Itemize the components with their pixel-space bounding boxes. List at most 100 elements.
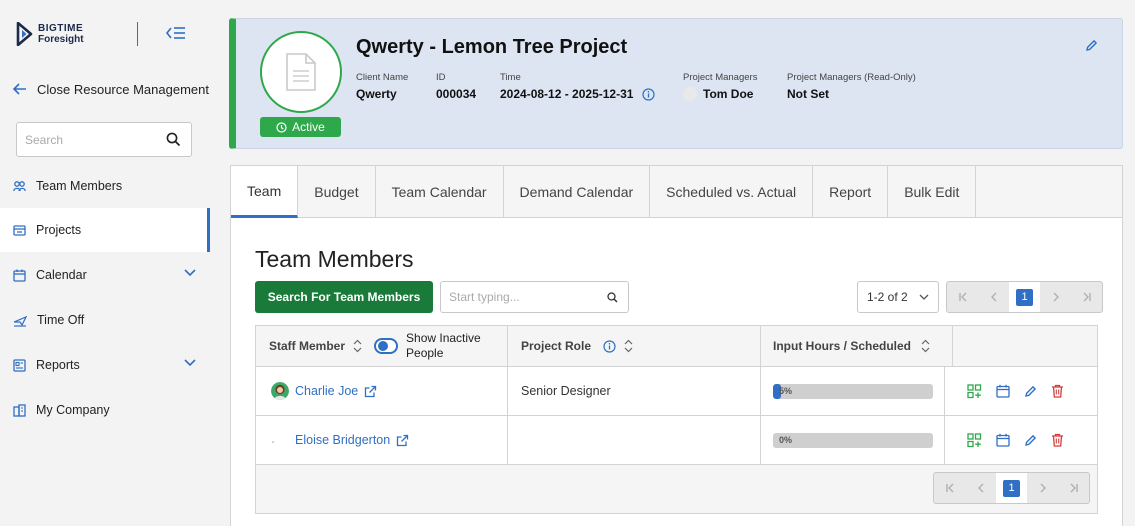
external-link-icon[interactable] [364,385,377,398]
building-icon [13,403,26,417]
meta-key: Time [500,72,521,83]
arrow-left-icon [12,83,26,95]
last-page-icon [1083,292,1091,302]
section-title: Team Members [255,246,414,272]
page-number-button[interactable]: 1 [1003,479,1020,497]
chevron-down-icon[interactable] [184,359,196,367]
member-name-link[interactable]: Eloise Bridgerton [295,433,390,447]
bigtime-logo-icon [16,22,33,46]
calendar-icon[interactable] [996,433,1010,447]
cell-project-role: Senior Designer [508,367,761,415]
meta-value: 2024-08-12 - 2025-12-31 [500,87,634,101]
meta-value: Tom Doe [703,87,754,101]
plane-icon [13,315,27,327]
search-icon[interactable] [607,292,618,303]
calendar-icon[interactable] [996,384,1010,398]
edit-icon[interactable] [1024,385,1037,398]
sort-icon[interactable] [921,339,930,353]
meta-key: Project Managers (Read-Only) [787,72,916,83]
avatar [271,382,289,400]
sidebar-item-reports[interactable]: Reports [0,343,210,387]
last-page-button[interactable] [1058,473,1089,503]
first-page-button[interactable] [947,282,978,312]
trash-icon[interactable] [1051,433,1064,447]
team-search-input[interactable] [441,282,591,312]
chevron-left-icon [977,483,983,493]
show-inactive-toggle[interactable] [374,338,399,354]
page-number-button[interactable]: 1 [1016,288,1033,306]
table-row: Charlie Joe Senior Designer 5% [256,367,1097,416]
tab-bulk-edit[interactable]: Bulk Edit [888,166,977,218]
tab-team[interactable]: Team [231,166,299,218]
column-label: Staff Member [269,339,346,353]
close-resource-management-link[interactable]: Close Resource Management [12,81,209,97]
sort-icon[interactable] [353,339,362,353]
status-label: Active [292,120,325,134]
project-avatar [260,31,342,113]
meta-key: Project Managers [683,72,758,83]
team-search [440,281,629,313]
cell-project-role [508,416,761,464]
tab-report[interactable]: Report [813,166,889,218]
tab-scheduled-vs-actual[interactable]: Scheduled vs. Actual [650,166,814,218]
cell-actions [945,416,1097,464]
chevron-down-icon[interactable] [184,269,196,277]
meta-project-managers: Project Managers Tom Doe [683,72,757,101]
chevron-down-icon [919,294,929,300]
sidebar-item-my-company[interactable]: My Company [0,388,210,432]
next-page-button[interactable] [1027,473,1058,503]
member-name-link[interactable]: Charlie Joe [295,384,358,398]
sidebar-item-time-off[interactable]: Time Off [0,298,210,342]
page-range-label: 1-2 of 2 [867,290,908,304]
sidebar-item-calendar[interactable]: Calendar [0,253,210,297]
meta-client: Client Name Qwerty [356,72,408,101]
clock-icon [276,121,287,133]
sidebar-item-projects[interactable]: Projects [0,208,210,252]
brand-logo[interactable]: BIGTIME Foresight [16,22,84,46]
progress-label: 5% [779,385,793,396]
prev-page-button[interactable] [978,282,1009,312]
hours-progress-bar[interactable]: 0% [773,432,933,448]
meta-project-managers-readonly: Project Managers (Read-Only) Not Set [787,72,916,101]
sidebar-item-label: Calendar [36,268,87,282]
add-assignment-icon[interactable] [967,432,982,448]
first-page-button[interactable] [934,473,965,503]
cell-staff-member: Eloise Bridgerton [256,416,508,464]
info-icon[interactable] [603,339,616,353]
last-page-button[interactable] [1071,282,1102,312]
meta-time: Time 2024-08-12 - 2025-12-31 [500,72,656,101]
search-team-members-button[interactable]: Search For Team Members [255,281,433,313]
prev-page-button[interactable] [965,473,996,503]
external-link-icon[interactable] [396,434,409,447]
search-icon[interactable] [166,132,181,147]
person-photo-icon [271,431,289,449]
sidebar-item-label: Reports [36,358,80,372]
tab-budget[interactable]: Budget [298,166,376,218]
sidebar: BIGTIME Foresight Close Resource Managem… [0,0,210,526]
add-assignment-icon[interactable] [967,383,982,399]
tab-demand-calendar[interactable]: Demand Calendar [504,166,651,218]
logo-divider [137,22,138,46]
tab-bar: Team Budget Team Calendar Demand Calenda… [231,166,1122,218]
next-page-button[interactable] [1040,282,1071,312]
sidebar-search-input[interactable] [17,123,157,156]
meta-value: 000034 [436,87,477,101]
last-page-icon [1070,483,1078,493]
edit-icon[interactable] [1024,434,1037,447]
cell-staff-member: Charlie Joe [256,367,508,415]
report-icon [13,358,26,372]
sidebar-item-team-members[interactable]: Team Members [0,164,210,208]
edit-project-icon[interactable] [1085,39,1098,52]
column-label: Project Role [521,339,592,353]
tab-team-calendar[interactable]: Team Calendar [376,166,504,218]
table-footer: 1 [256,465,1097,513]
collapse-sidebar-icon[interactable] [165,24,187,42]
main-panel: Team Budget Team Calendar Demand Calenda… [230,165,1123,526]
sort-icon[interactable] [624,339,633,353]
hours-progress-bar[interactable]: 5% [773,383,933,399]
cell-actions [945,367,1097,415]
info-icon[interactable] [642,87,656,101]
page-range-select[interactable]: 1-2 of 2 [857,281,939,313]
trash-icon[interactable] [1051,384,1064,398]
person-photo-icon [271,382,289,400]
